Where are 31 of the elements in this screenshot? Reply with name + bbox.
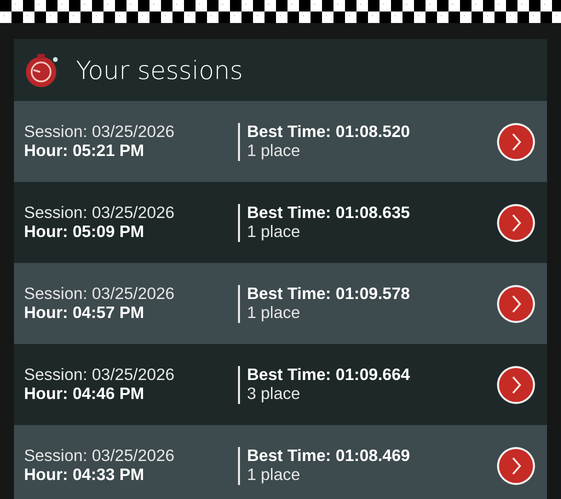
session-row[interactable]: Session: 03/25/2026 Hour: 04:46 PM Best Time: 01:09.664 3 place (14, 344, 547, 425)
session-hour: Hour: 04:57 PM (24, 304, 146, 322)
chevron-right-button[interactable] (496, 122, 536, 162)
session-date: Session: 03/25/2026 (24, 204, 176, 222)
chevron-right-button[interactable] (496, 364, 536, 404)
session-hour: Hour: 04:33 PM (24, 466, 146, 484)
session-date: Session: 03/25/2026 (24, 122, 176, 142)
header-title: Your sessions (76, 56, 243, 84)
place-text: 1 place (247, 222, 302, 242)
session-hour: Hour: 05:21 PM (24, 142, 146, 160)
session-date: Session: 03/25/2026 (24, 284, 176, 304)
best-time: Best Time: 01:08.520 (247, 122, 411, 142)
session-hour: Hour: 04:46 PM (24, 384, 146, 404)
best-time: Best Time: 01:09.664 (247, 366, 411, 384)
session-row[interactable]: Session: 03/25/2026 Hour: 04:57 PM Best Time: 01:09.578 1 place (14, 263, 547, 344)
chevron-right-button[interactable] (496, 202, 536, 242)
best-time: Best Time: 01:09.578 (247, 284, 411, 304)
place-text: 1 place (247, 304, 302, 322)
session-date: Session: 03/25/2026 (24, 446, 176, 466)
session-date: Session: 03/25/2026 (24, 366, 176, 384)
place-text: 1 place (247, 466, 302, 484)
session-row[interactable]: Session: 03/25/2026 Hour: 05:21 PM Best Time: 01:08.520 1 place (14, 101, 547, 182)
session-row[interactable]: Session: 03/25/2026 Hour: 05:09 PM Best Time: 01:08.635 1 place (14, 182, 547, 263)
chevron-right-button[interactable] (496, 284, 536, 324)
best-time: Best Time: 01:08.469 (247, 446, 411, 466)
chevron-right-button[interactable] (496, 446, 536, 486)
place-text: 3 place (247, 384, 302, 404)
session-row[interactable]: Session: 03/25/2026 Hour: 04:33 PM Best Time: 01:08.469 1 place (14, 425, 547, 499)
session-hour: Hour: 05:09 PM (24, 222, 146, 242)
best-time: Best Time: 01:08.635 (247, 204, 411, 222)
place-text: 1 place (247, 142, 302, 160)
